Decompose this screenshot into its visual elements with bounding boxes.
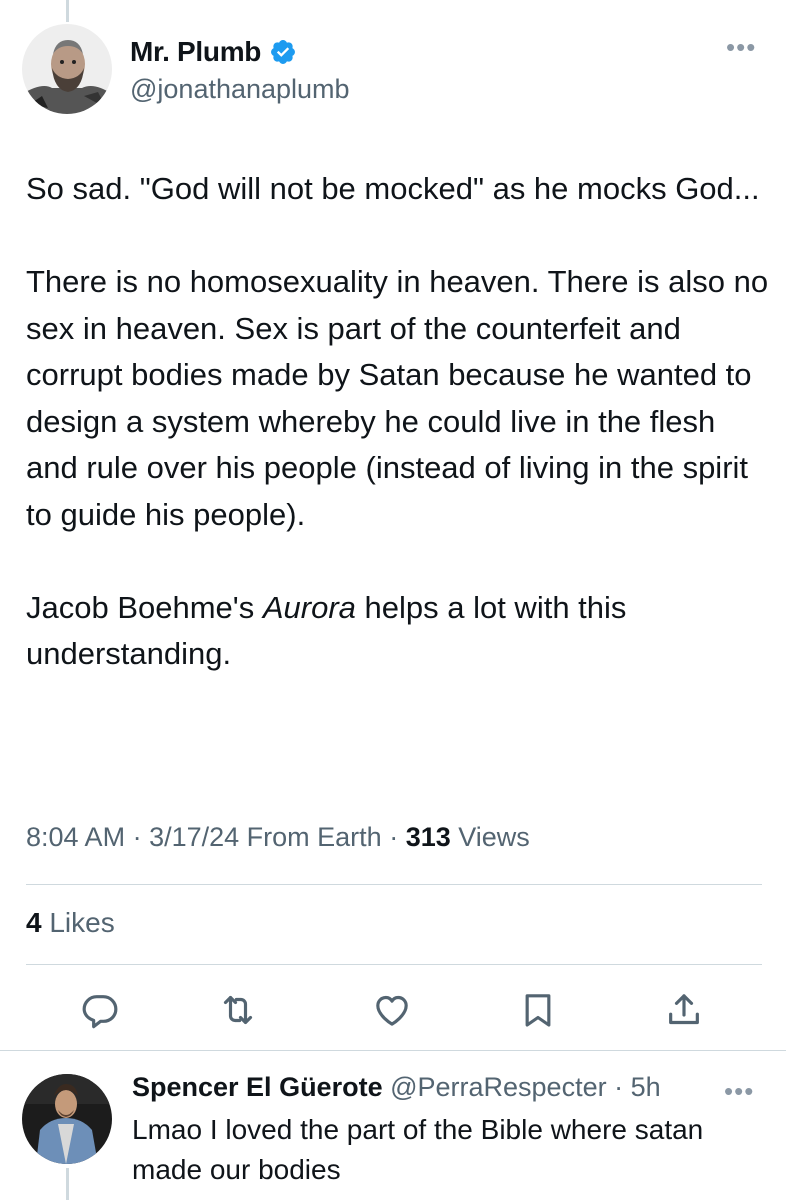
tweet-date[interactable]: 3/17/24 bbox=[149, 822, 239, 852]
bookmark-icon bbox=[525, 994, 551, 1027]
tweet-meta: 8:04 AM · 3/17/24 From Earth · 313 Views bbox=[26, 822, 530, 853]
meta-separator: · bbox=[381, 822, 406, 852]
tweet-paragraph-2: There is no homosexuality in heaven. The… bbox=[26, 264, 769, 532]
likes-link[interactable]: 4 Likes bbox=[26, 907, 115, 939]
views-count: 313 bbox=[405, 822, 451, 852]
reply-author-name[interactable]: Spencer El Güerote bbox=[132, 1072, 383, 1102]
reply-time[interactable]: 5h bbox=[631, 1072, 661, 1102]
divider bbox=[0, 1050, 786, 1051]
reply-author-handle[interactable]: @PerraRespecter bbox=[383, 1072, 607, 1102]
divider bbox=[26, 884, 762, 885]
author-avatar[interactable] bbox=[22, 24, 112, 114]
tweet-paragraph-3: Jacob Boehme's Aurora helps a lot with t… bbox=[26, 585, 774, 678]
tweet-paragraph-3-start: Jacob Boehme's bbox=[26, 589, 263, 625]
share-icon bbox=[669, 994, 699, 1025]
divider bbox=[26, 964, 762, 965]
retweet-icon bbox=[223, 995, 253, 1025]
author-handle[interactable]: @jonathanaplumb bbox=[130, 74, 350, 105]
book-title-italic: Aurora bbox=[262, 589, 356, 625]
tweet-time[interactable]: 8:04 AM bbox=[26, 822, 125, 852]
reply-more-icon[interactable]: ••• bbox=[724, 1078, 754, 1104]
author-name[interactable]: Mr. Plumb bbox=[130, 36, 297, 68]
verified-badge-icon bbox=[269, 38, 297, 66]
reply-text: Lmao I loved the part of the Bible where… bbox=[132, 1114, 704, 1185]
reply-header: Spencer El Güerote @PerraRespecter · 5h bbox=[132, 1072, 661, 1103]
reply-icon bbox=[82, 995, 118, 1029]
tweet-text: So sad. "God will not be mocked" as he m… bbox=[26, 166, 774, 678]
thread-connector-top bbox=[66, 0, 69, 22]
reply-separator: · bbox=[606, 1072, 631, 1102]
likes-label[interactable]: Likes bbox=[42, 907, 114, 938]
meta-separator: · bbox=[125, 822, 150, 852]
author-name-text[interactable]: Mr. Plumb bbox=[130, 36, 261, 68]
bookmark-button[interactable] bbox=[518, 990, 558, 1030]
heart-icon bbox=[376, 995, 408, 1026]
tweet-paragraph-1: So sad. "God will not be mocked" as he m… bbox=[26, 171, 760, 206]
share-button[interactable] bbox=[664, 990, 704, 1030]
more-icon[interactable]: ••• bbox=[726, 34, 756, 60]
retweet-button[interactable] bbox=[218, 990, 258, 1030]
thread-connector-bottom bbox=[66, 1168, 69, 1200]
tweet-source: From Earth bbox=[239, 822, 382, 852]
likes-count[interactable]: 4 bbox=[26, 907, 42, 938]
reply-author-avatar[interactable] bbox=[22, 1074, 112, 1164]
reply-button[interactable] bbox=[80, 990, 120, 1030]
views-label: Views bbox=[450, 822, 530, 852]
like-button[interactable] bbox=[372, 990, 412, 1030]
